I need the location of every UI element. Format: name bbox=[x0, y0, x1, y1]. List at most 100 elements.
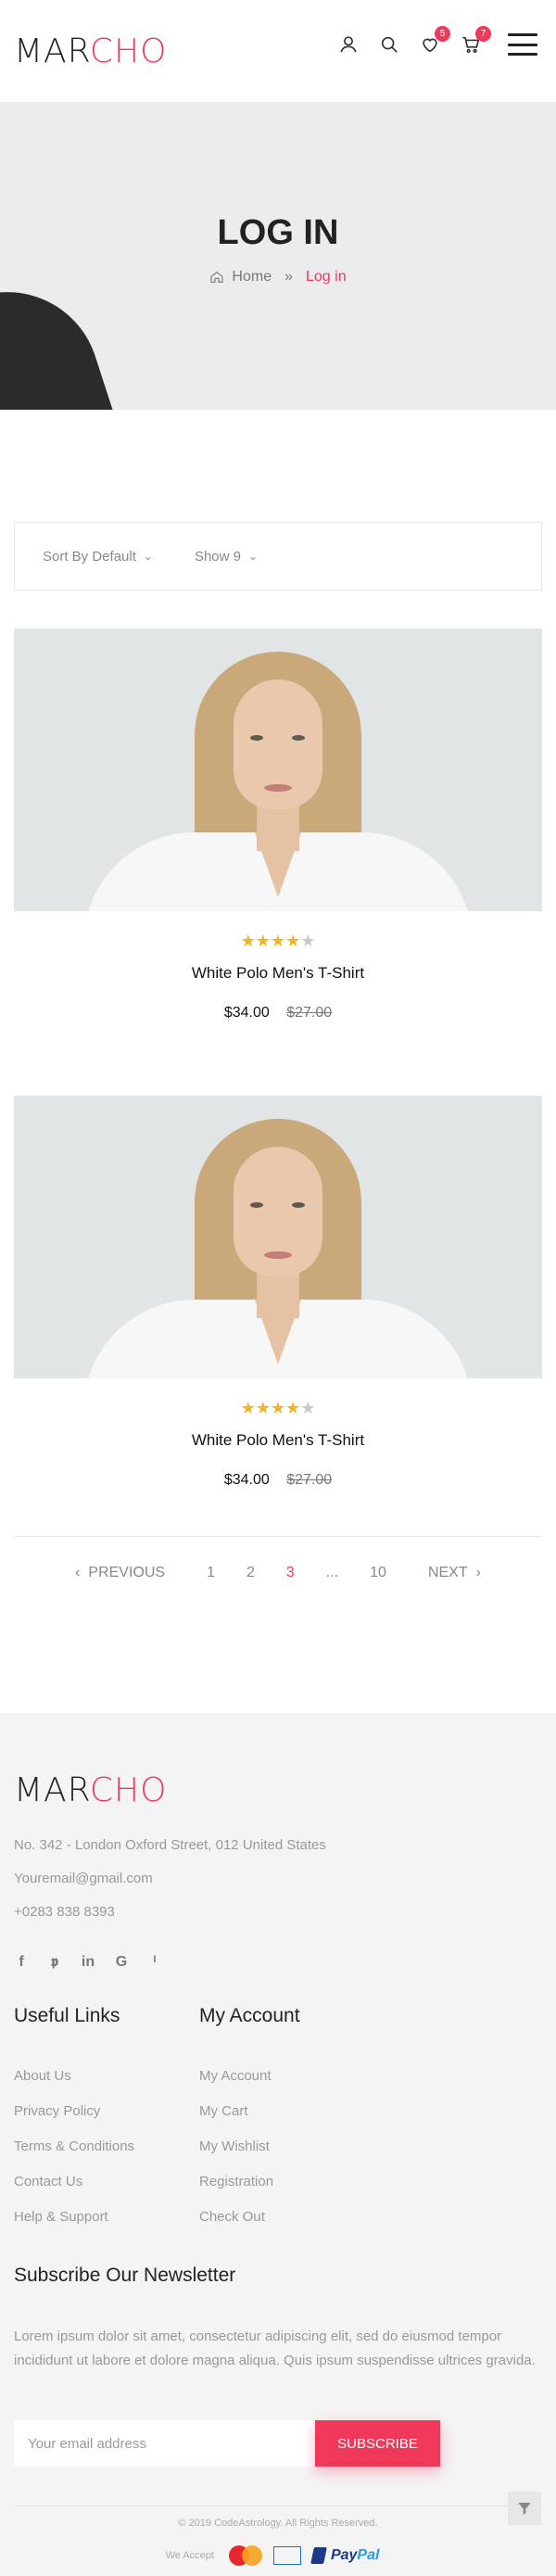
product-card[interactable]: ★★★★★ White Polo Men's T-Shirt $34.00 $2… bbox=[14, 628, 542, 1022]
facebook-icon[interactable]: f bbox=[14, 1954, 29, 1971]
footer-logo[interactable]: MARCHO bbox=[14, 1771, 167, 1809]
page-link-3-active[interactable]: 3 bbox=[286, 1565, 295, 1581]
star-empty-icon: ★ bbox=[300, 1399, 316, 1417]
star-filled-icon: ★ bbox=[240, 1399, 256, 1417]
star-filled-icon: ★ bbox=[240, 932, 256, 950]
page-title: LOG IN bbox=[217, 213, 339, 252]
payment-methods: We Accept Pay Pal bbox=[0, 2545, 556, 2566]
star-filled-icon: ★ bbox=[285, 1399, 301, 1417]
page-banner: LOG IN Home » Log in bbox=[0, 102, 556, 410]
mastercard-icon bbox=[228, 2545, 262, 2566]
footer-link-my-cart[interactable]: My Cart bbox=[199, 2103, 248, 2119]
footer-link-registration[interactable]: Registration bbox=[199, 2174, 273, 2189]
previous-page-button[interactable]: ‹ PREVIOUS bbox=[75, 1565, 165, 1581]
sort-dropdown-label: Sort By Default bbox=[43, 548, 136, 565]
product-current-price: $34.00 bbox=[223, 1472, 270, 1488]
footer-link-my-wishlist[interactable]: My Wishlist bbox=[199, 2138, 270, 2154]
paypal-icon: Pay Pal bbox=[310, 2547, 380, 2564]
footer-link-terms[interactable]: Terms & Conditions bbox=[14, 2138, 134, 2154]
subscribe-button[interactable]: SUBSCRIBE bbox=[315, 2420, 440, 2467]
useful-links-heading: Useful Links bbox=[14, 2005, 120, 2026]
pagination: ‹ PREVIOUS 1 2 3 ... 10 NEXT › bbox=[0, 1565, 556, 1581]
breadcrumb-current: Log in bbox=[306, 269, 347, 285]
footer-link-my-account[interactable]: My Account bbox=[199, 2068, 272, 2084]
product-old-price: $27.00 bbox=[286, 1005, 333, 1021]
chevron-right-icon: › bbox=[475, 1565, 481, 1580]
product-price: $34.00 $27.00 bbox=[14, 1472, 542, 1489]
wishlist-heart-icon[interactable]: 5 bbox=[419, 26, 450, 56]
footer-link-help-support[interactable]: Help & Support bbox=[14, 2209, 108, 2225]
user-icon[interactable] bbox=[337, 33, 360, 56]
header-icons: 5 7 bbox=[319, 26, 537, 56]
star-empty-icon: ★ bbox=[300, 932, 316, 950]
twitter-icon[interactable]: 𝖕 bbox=[47, 1954, 62, 1971]
product-old-price: $27.00 bbox=[286, 1472, 333, 1488]
page-link-2[interactable]: 2 bbox=[246, 1565, 255, 1581]
product-price: $34.00 $27.00 bbox=[14, 1005, 542, 1022]
pagination-divider bbox=[14, 1536, 542, 1537]
newsletter-email-input[interactable] bbox=[14, 2420, 315, 2467]
chevron-left-icon: ‹ bbox=[75, 1565, 81, 1580]
logo-text-dark: MAR bbox=[14, 32, 90, 70]
linkedin-icon[interactable]: in bbox=[81, 1954, 95, 1971]
star-filled-icon: ★ bbox=[270, 1399, 286, 1417]
site-logo[interactable]: MARCHO bbox=[14, 32, 167, 70]
logo-text-accent: CHO bbox=[89, 32, 168, 70]
search-icon[interactable] bbox=[378, 33, 400, 56]
newsletter-description: Lorem ipsum dolor sit amet, consectetur … bbox=[14, 2329, 536, 2368]
star-filled-icon: ★ bbox=[255, 1399, 271, 1417]
product-image[interactable] bbox=[14, 628, 542, 911]
paypal-text-2: Pal bbox=[357, 2547, 380, 2563]
we-accept-label: We Accept bbox=[165, 2550, 214, 2561]
show-count-label: Show 9 bbox=[194, 548, 241, 565]
footer-link-privacy-policy[interactable]: Privacy Policy bbox=[14, 2103, 100, 2119]
footer-email[interactable]: Youremail@gmail.com bbox=[14, 1871, 153, 1886]
star-filled-icon: ★ bbox=[255, 932, 271, 950]
footer-link-contact-us[interactable]: Contact Us bbox=[14, 2174, 82, 2189]
site-header: MARCHO 5 7 bbox=[0, 0, 556, 102]
star-filled-icon: ★ bbox=[285, 932, 301, 950]
product-current-price: $34.00 bbox=[223, 1005, 270, 1021]
logo-text-accent: CHO bbox=[89, 1771, 168, 1809]
footer-link-about-us[interactable]: About Us bbox=[14, 2068, 71, 2084]
breadcrumb: Home » Log in bbox=[0, 269, 556, 286]
cart-count-badge: 7 bbox=[475, 26, 491, 42]
paypal-text-1: Pay bbox=[330, 2547, 358, 2563]
sort-toolbar: Sort By Default ⌄ Show 9 ⌄ bbox=[14, 522, 542, 590]
cart-icon[interactable]: 7 bbox=[460, 26, 491, 56]
footer-link-check-out[interactable]: Check Out bbox=[199, 2209, 265, 2225]
next-page-button[interactable]: NEXT › bbox=[428, 1565, 481, 1581]
home-icon bbox=[210, 271, 223, 283]
breadcrumb-separator: » bbox=[284, 269, 293, 285]
page-link-10[interactable]: 10 bbox=[370, 1565, 386, 1581]
visa-icon bbox=[272, 2546, 301, 2565]
product-name[interactable]: White Polo Men's T-Shirt bbox=[14, 964, 542, 983]
newsletter-heading: Subscribe Our Newsletter bbox=[14, 2265, 236, 2286]
menu-bar bbox=[508, 33, 537, 36]
pinterest-icon[interactable]: ᴵ bbox=[147, 1954, 162, 1971]
product-rating: ★★★★★ bbox=[14, 932, 542, 951]
page-ellipsis: ... bbox=[325, 1565, 339, 1580]
product-rating: ★★★★★ bbox=[14, 1399, 542, 1418]
chevron-down-icon: ⌄ bbox=[143, 550, 153, 563]
page-link-1[interactable]: 1 bbox=[207, 1565, 215, 1581]
footer-phone[interactable]: +0283 838 8393 bbox=[14, 1904, 115, 1920]
product-name[interactable]: White Polo Men's T-Shirt bbox=[14, 1431, 542, 1450]
product-image[interactable] bbox=[14, 1096, 542, 1378]
banner-model-image bbox=[0, 268, 130, 410]
sort-dropdown[interactable]: Sort By Default ⌄ bbox=[43, 549, 153, 565]
my-account-heading: My Account bbox=[199, 2005, 300, 2026]
site-footer: MARCHO No. 342 - London Oxford Street, 0… bbox=[0, 1713, 556, 2576]
filter-icon[interactable] bbox=[508, 2492, 541, 2525]
chevron-down-icon: ⌄ bbox=[248, 550, 259, 563]
google-icon[interactable]: G bbox=[114, 1954, 129, 1971]
breadcrumb-home-link[interactable]: Home bbox=[232, 269, 272, 286]
menu-bar bbox=[508, 43, 537, 46]
product-card[interactable]: ★★★★★ White Polo Men's T-Shirt $34.00 $2… bbox=[14, 1096, 542, 1489]
previous-label: PREVIOUS bbox=[88, 1565, 166, 1580]
social-links: f 𝖕 in G ᴵ bbox=[14, 1954, 181, 1971]
copyright-text: © 2019 CodeAstrology. All Rights Reserve… bbox=[178, 2518, 378, 2529]
show-count-dropdown[interactable]: Show 9 ⌄ bbox=[195, 549, 258, 565]
menu-bar bbox=[508, 53, 537, 56]
hamburger-menu-icon[interactable] bbox=[508, 33, 537, 56]
